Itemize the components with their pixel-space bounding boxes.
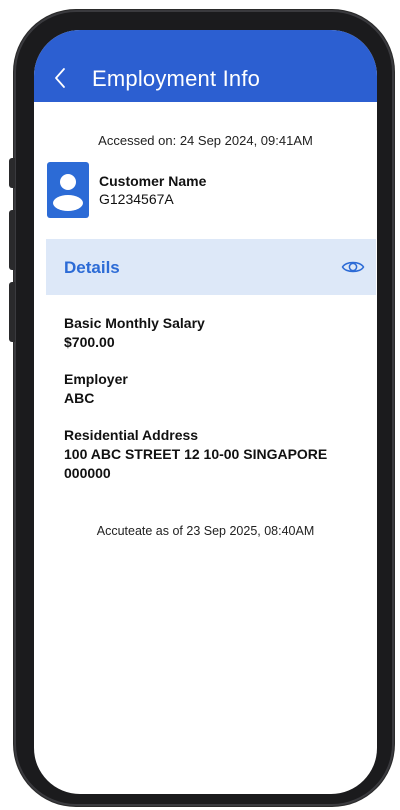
customer-card: Customer Name G1234567A: [47, 162, 206, 220]
eye-icon: [341, 261, 365, 273]
phone-frame: Employment Info Accessed on: 24 Sep 2024…: [9, 10, 394, 806]
field-label: Employer: [64, 371, 128, 387]
accurate-as-of-timestamp: Accuteate as of 23 Sep 2025, 08:40AM: [96, 524, 315, 538]
app-header: Employment Info: [34, 30, 377, 102]
field-basic-monthly-salary: Basic Monthly Salary $700.00: [64, 314, 364, 352]
side-button: [9, 282, 15, 342]
field-residential-address: Residential Address 100 ABC STREET 12 10…: [64, 426, 354, 483]
customer-id: G1234567A: [99, 191, 174, 207]
chevron-left-icon: [55, 68, 65, 88]
back-button[interactable]: [48, 66, 72, 90]
details-title: Details: [64, 258, 120, 277]
field-value: $700.00: [64, 334, 115, 350]
user-avatar-icon: [47, 162, 89, 218]
customer-name: Customer Name: [99, 173, 207, 189]
accessed-timestamp: Accessed on: 24 Sep 2024, 09:41AM: [98, 133, 313, 148]
phone-screen: Employment Info Accessed on: 24 Sep 2024…: [34, 30, 377, 794]
field-label: Basic Monthly Salary: [64, 315, 205, 331]
side-button: [9, 210, 15, 270]
field-value: ABC: [64, 390, 95, 406]
field-label: Residential Address: [64, 427, 199, 443]
field-employer: Employer ABC: [64, 370, 364, 408]
details-section-header: Details: [46, 239, 376, 295]
customer-info: Customer Name G1234567A: [99, 162, 206, 220]
page-title: Employment Info: [92, 66, 261, 91]
side-button: [9, 158, 15, 188]
field-value: 100 ABC STREET 12 10-00 SINGAPORE 000000: [64, 446, 328, 481]
toggle-visibility-button[interactable]: [340, 254, 366, 280]
